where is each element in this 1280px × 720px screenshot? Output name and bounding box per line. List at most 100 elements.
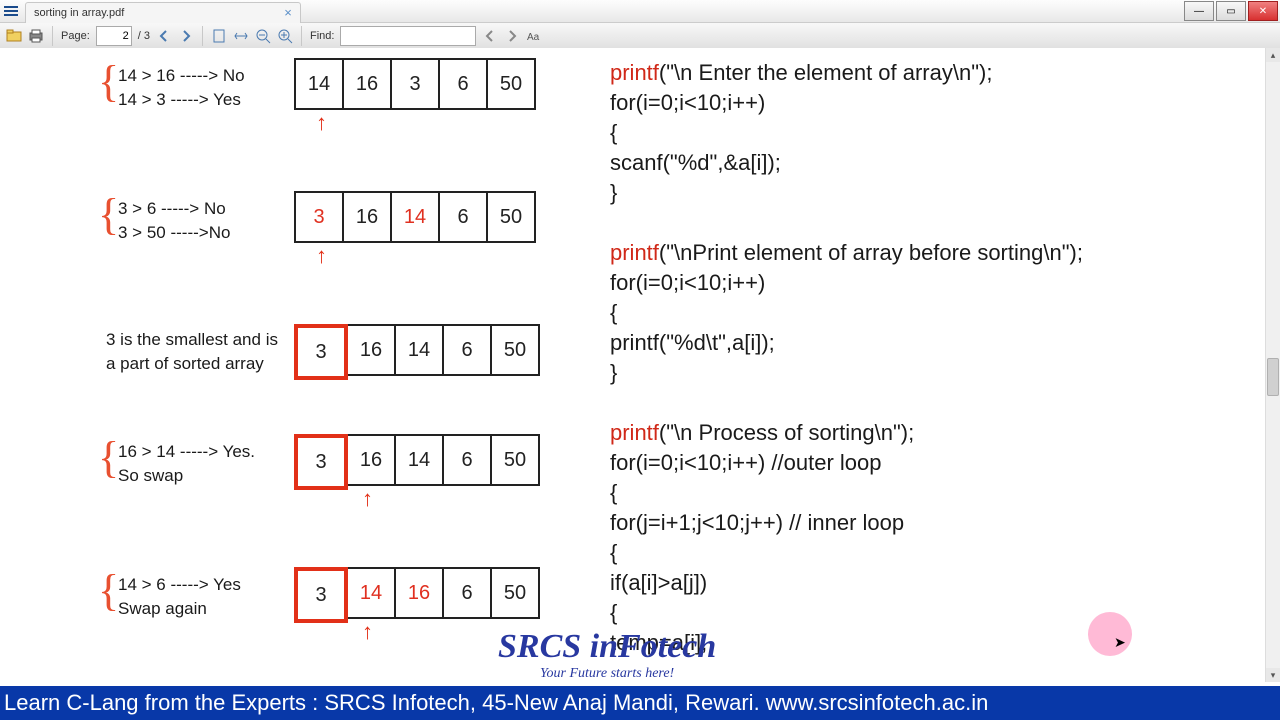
array-row: 31614650: [294, 434, 540, 490]
array-cell: 6: [438, 58, 488, 110]
brace-icon: {: [98, 195, 119, 235]
code-text: for(i=0;i<10;i++): [610, 90, 765, 115]
array-cell: 16: [346, 434, 396, 486]
array-cell: 50: [490, 434, 540, 486]
code-text: }: [610, 180, 617, 205]
page-number-input[interactable]: [96, 26, 132, 46]
titlebar: sorting in array.pdf × — ▭ ✕: [0, 0, 1280, 23]
code-line: printf("%d\t",a[i]);: [610, 328, 1083, 358]
code-text: {: [610, 480, 617, 505]
array-cell: 3: [294, 567, 348, 623]
condition-text: 14 > 6 -----> YesSwap again: [118, 573, 241, 621]
array-row: 31614650: [294, 191, 536, 243]
code-text: ("\nPrint element of array before sortin…: [659, 240, 1083, 265]
maximize-button[interactable]: ▭: [1216, 1, 1246, 21]
pointer-arrow-icon: ↑: [362, 619, 373, 645]
zoom-out-icon[interactable]: [255, 28, 271, 44]
fit-width-icon[interactable]: [233, 28, 249, 44]
code-text: }: [610, 360, 617, 385]
scrollbar-thumb[interactable]: [1267, 358, 1279, 396]
array-cell: 50: [490, 324, 540, 376]
code-line: printf("\nPrint element of array before …: [610, 238, 1083, 268]
code-line: if(a[i]>a[j]): [610, 568, 1083, 598]
match-case-icon[interactable]: Aa: [526, 28, 542, 44]
window-controls: — ▭ ✕: [1184, 1, 1280, 21]
next-page-icon[interactable]: [178, 28, 194, 44]
array-cell: 3: [294, 191, 344, 243]
watermark: SRCS inFotech Your Future starts here!: [498, 628, 716, 682]
scroll-up-icon[interactable]: ▴: [1266, 48, 1280, 62]
footer-banner: Learn C-Lang from the Experts : SRCS Inf…: [0, 686, 1280, 720]
code-keyword: printf: [610, 240, 659, 265]
code-block: printf("\n Enter the element of array\n"…: [610, 58, 1083, 658]
tab-title: sorting in array.pdf: [34, 7, 124, 19]
code-text: if(a[i]>a[j]): [610, 570, 707, 595]
code-line: [610, 208, 1083, 238]
array-cell: 14: [390, 191, 440, 243]
step-description: 3 is the smallest and is a part of sorte…: [106, 328, 286, 376]
code-keyword: printf: [610, 60, 659, 85]
open-file-icon[interactable]: [6, 28, 22, 44]
array-row: 31416650: [294, 567, 540, 623]
zoom-in-icon[interactable]: [277, 28, 293, 44]
code-text: {: [610, 600, 617, 625]
array-cell: 3: [294, 324, 348, 380]
minimize-button[interactable]: —: [1184, 1, 1214, 21]
find-prev-icon[interactable]: [482, 28, 498, 44]
code-line: {: [610, 478, 1083, 508]
code-text: {: [610, 540, 617, 565]
array-cell: 50: [486, 191, 536, 243]
array-cell: 3: [294, 434, 348, 490]
document-tab[interactable]: sorting in array.pdf ×: [25, 2, 301, 23]
code-text: ("\n Process of sorting\n");: [659, 420, 914, 445]
code-line: {: [610, 298, 1083, 328]
code-line: {: [610, 598, 1083, 628]
brace-icon: {: [98, 438, 119, 478]
code-line: printf("\n Process of sorting\n");: [610, 418, 1083, 448]
code-text: for(i=0;i<10;i++): [610, 270, 765, 295]
code-text: ("\n Enter the element of array\n");: [659, 60, 993, 85]
code-line: for(i=0;i<10;i++): [610, 268, 1083, 298]
sort-step-3: {16 > 14 -----> Yes.So swap31614650↑: [98, 434, 568, 529]
find-input[interactable]: [340, 26, 476, 46]
code-text: for(j=i+1;j<10;j++) // inner loop: [610, 510, 904, 535]
find-next-icon[interactable]: [504, 28, 520, 44]
vertical-scrollbar[interactable]: ▴ ▾: [1265, 48, 1280, 682]
array-cell: 14: [394, 434, 444, 486]
array-row: 14163650: [294, 58, 536, 110]
array-cell: 6: [438, 191, 488, 243]
svg-text:Aa: Aa: [527, 32, 540, 43]
code-line: {: [610, 538, 1083, 568]
code-line: scanf("%d",&a[i]);: [610, 148, 1083, 178]
close-window-button[interactable]: ✕: [1248, 1, 1278, 21]
code-line: printf("\n Enter the element of array\n"…: [610, 58, 1083, 88]
condition-text: 3 > 6 -----> No3 > 50 ----->No: [118, 197, 230, 245]
array-cell: 16: [346, 324, 396, 376]
pdf-content: {14 > 16 -----> No14 > 3 -----> Yes14163…: [0, 48, 1266, 682]
pointer-arrow-icon: ↑: [362, 486, 373, 512]
array-cell: 6: [442, 434, 492, 486]
array-cell: 6: [442, 324, 492, 376]
close-tab-icon[interactable]: ×: [284, 5, 292, 20]
scroll-down-icon[interactable]: ▾: [1266, 668, 1280, 682]
sort-step-0: {14 > 16 -----> No14 > 3 -----> Yes14163…: [98, 58, 568, 153]
code-text: for(i=0;i<10;i++) //outer loop: [610, 450, 882, 475]
array-row: 31614650: [294, 324, 540, 380]
array-cell: 6: [442, 567, 492, 619]
array-cell: 14: [394, 324, 444, 376]
find-label: Find:: [310, 30, 334, 42]
pointer-arrow-icon: ↑: [316, 110, 327, 136]
watermark-subtitle: Your Future starts here!: [498, 666, 716, 682]
code-line: }: [610, 178, 1083, 208]
code-line: }: [610, 358, 1083, 388]
pointer-arrow-icon: ↑: [316, 243, 327, 269]
print-icon[interactable]: [28, 28, 44, 44]
code-text: printf("%d\t",a[i]);: [610, 330, 775, 355]
array-cell: 16: [342, 191, 392, 243]
code-line: [610, 388, 1083, 418]
hamburger-icon[interactable]: [0, 0, 22, 22]
array-cell: 14: [294, 58, 344, 110]
prev-page-icon[interactable]: [156, 28, 172, 44]
code-line: for(i=0;i<10;i++): [610, 88, 1083, 118]
fit-page-icon[interactable]: [211, 28, 227, 44]
